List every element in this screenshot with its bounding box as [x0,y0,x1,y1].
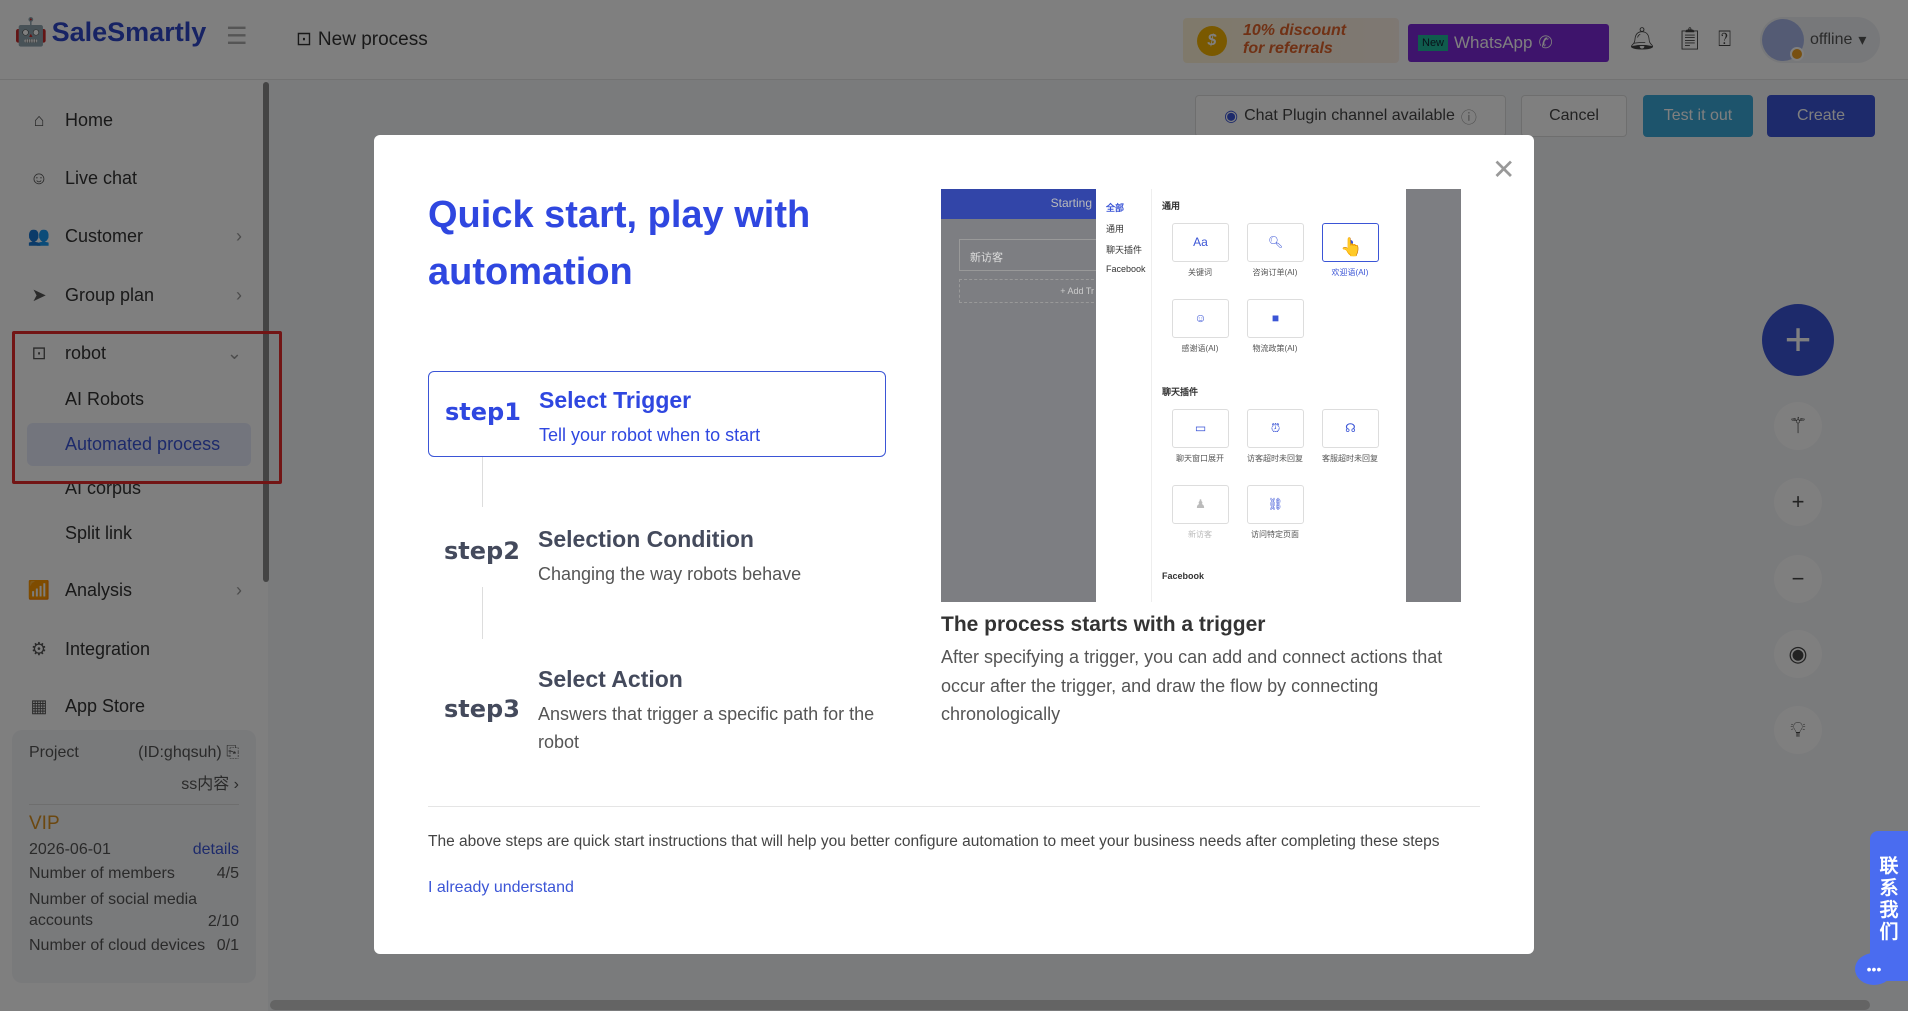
divider [428,806,1480,807]
already-understand-link[interactable]: I already understand [428,879,574,897]
quick-start-dialog: ✕ Quick start, play with automation step… [374,135,1534,954]
step-connector [482,457,483,507]
footer-note: The above steps are quick start instruct… [428,833,1440,850]
step-3[interactable]: step3 Select Action Answers that trigger a… [428,651,886,752]
preview-description: After specifying a trigger, you can add … [941,647,1443,724]
dialog-title: Quick start, play with automation [428,194,811,293]
trigger-preview-image: Starting 新访客 + Add Tr 全部 通用 聊天插件 Faceboo… [941,189,1461,602]
step-2[interactable]: step2 Selection Condition Changing the way… [428,511,886,597]
close-icon[interactable]: ✕ [1492,153,1515,186]
chat-bubble-icon[interactable]: ••• [1855,953,1893,985]
step-connector [482,587,483,639]
step-1[interactable]: step1 Select Trigger Tell your robot when … [428,371,886,457]
pointer-cursor-icon: 👆 [1340,237,1363,257]
preview-caption: The process starts with a trigger [941,613,1266,636]
